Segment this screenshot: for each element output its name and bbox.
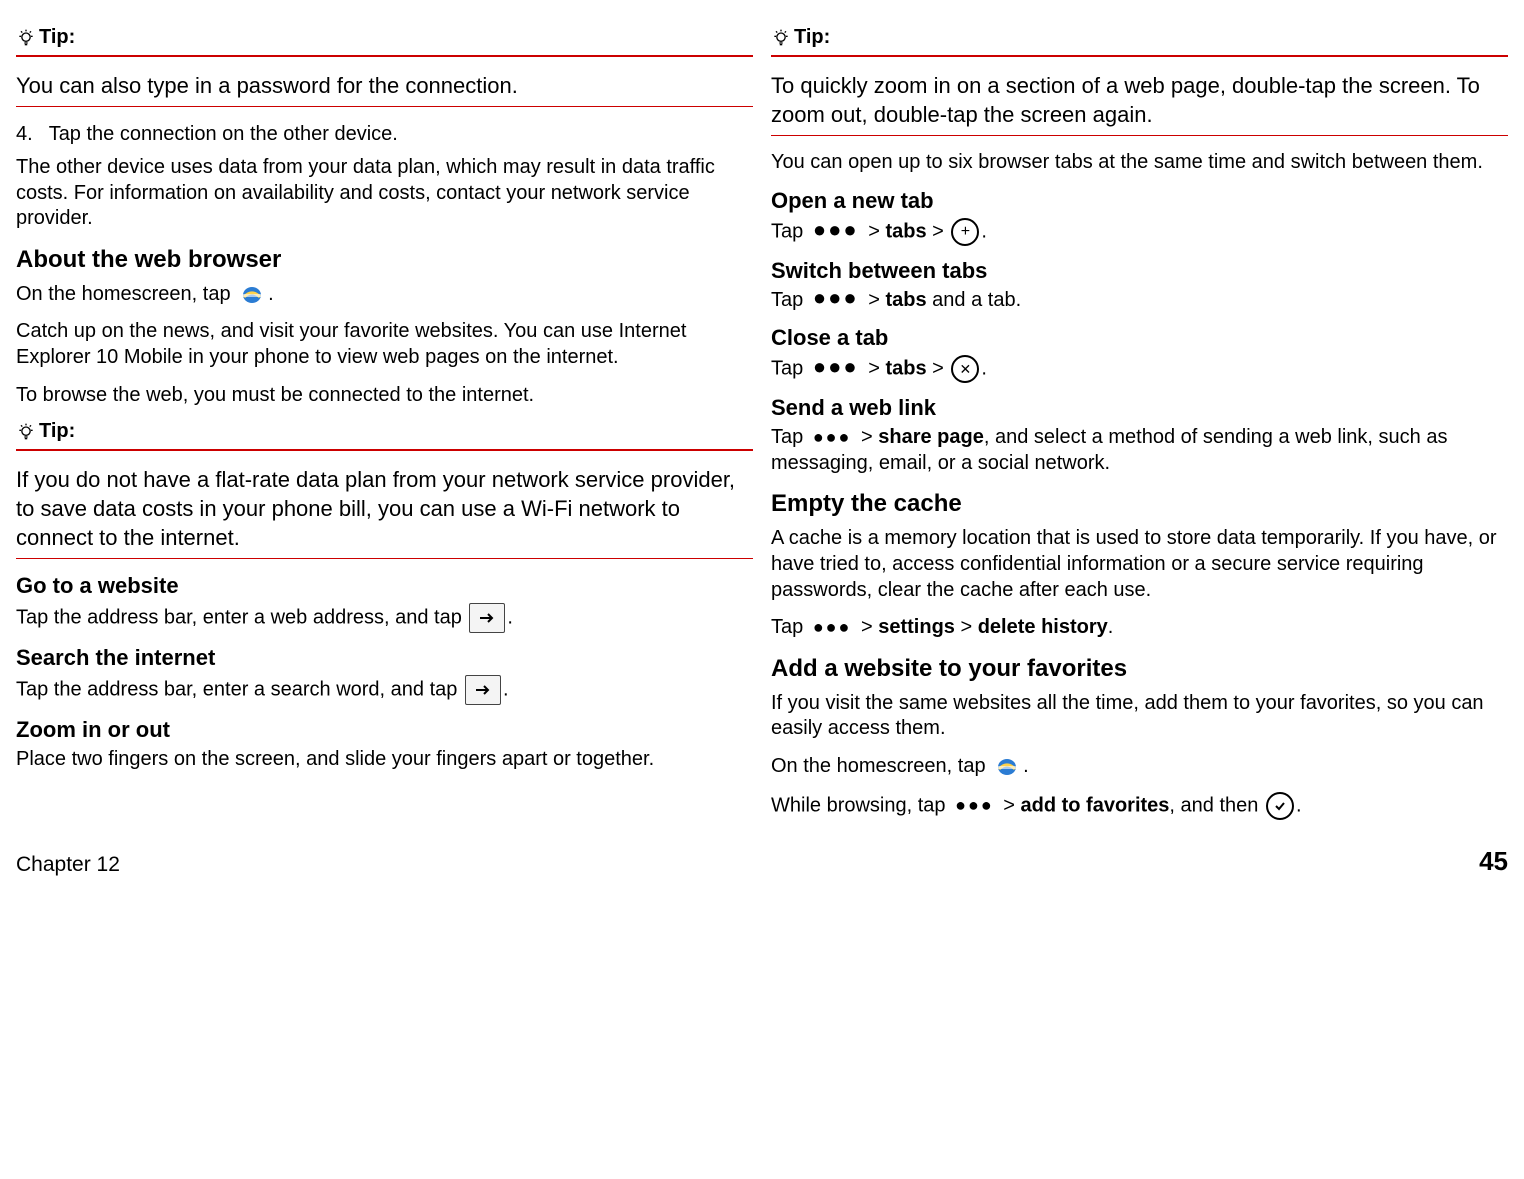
divider — [771, 135, 1508, 136]
menu-item-bold: tabs — [885, 220, 926, 242]
page-number: 45 — [1479, 846, 1508, 877]
plus-circle-icon: + — [951, 218, 979, 246]
step-number: 4. — [16, 121, 33, 147]
lightbulb-icon — [16, 28, 36, 48]
menu-item-bold: add to favorites — [1021, 794, 1170, 816]
tip-label: Tip: — [16, 26, 753, 49]
paragraph: If you visit the same websites all the t… — [771, 691, 1508, 742]
heading-add-favorites: Add a website to your favorites — [771, 655, 1508, 683]
internet-explorer-icon — [993, 755, 1021, 779]
right-column: Tip: To quickly zoom in on a section of … — [771, 24, 1508, 832]
paragraph: You can open up to six browser tabs at t… — [771, 150, 1508, 176]
chapter-label: Chapter 12 — [16, 853, 120, 877]
paragraph: To browse the web, you must be connected… — [16, 383, 753, 409]
menu-item-bold: settings — [878, 616, 955, 638]
go-arrow-icon — [469, 603, 505, 633]
menu-item-bold: share page — [878, 426, 984, 448]
paragraph: Catch up on the news, and visit your fav… — [16, 319, 753, 370]
paragraph: Tap ●●● > settings > delete history. — [771, 615, 1508, 641]
step-text: Tap the connection on the other device. — [49, 121, 398, 147]
heading-search-internet: Search the internet — [16, 645, 753, 671]
close-circle-icon: ✕ — [951, 355, 979, 383]
left-column: Tip: You can also type in a password for… — [16, 24, 753, 832]
paragraph: A cache is a memory location that is use… — [771, 526, 1508, 603]
heading-empty-cache: Empty the cache — [771, 490, 1508, 518]
paragraph: Tap ●●● > tabs > +. — [771, 218, 1508, 246]
tip-label: Tip: — [16, 420, 753, 443]
heading-switch-tabs: Switch between tabs — [771, 258, 1508, 284]
tip-body: To quickly zoom in on a section of a web… — [771, 71, 1508, 129]
go-arrow-icon — [465, 675, 501, 705]
divider — [16, 558, 753, 559]
tip-label: Tip: — [771, 26, 1508, 49]
heading-send-link: Send a web link — [771, 395, 1508, 421]
paragraph: Tap ●●● > tabs > ✕. — [771, 355, 1508, 383]
divider — [771, 55, 1508, 57]
divider — [16, 106, 753, 107]
heading-about-browser: About the web browser — [16, 246, 753, 274]
lightbulb-icon — [771, 28, 791, 48]
paragraph: While browsing, tap ●●● > add to favorit… — [771, 792, 1508, 820]
page-footer: Chapter 12 45 — [16, 846, 1508, 877]
step-4: 4. Tap the connection on the other devic… — [16, 121, 753, 147]
heading-zoom: Zoom in or out — [16, 717, 753, 743]
paragraph: On the homescreen, tap . — [771, 754, 1508, 780]
menu-item-bold: delete history — [978, 616, 1108, 638]
check-circle-icon — [1266, 792, 1294, 820]
paragraph: Tap the address bar, enter a web address… — [16, 603, 753, 633]
internet-explorer-icon — [238, 283, 266, 307]
paragraph: Place two fingers on the screen, and sli… — [16, 747, 753, 773]
paragraph: Tap ●●● > share page, and select a metho… — [771, 425, 1508, 476]
divider — [16, 55, 753, 57]
tip-text: Tip: — [39, 420, 75, 443]
heading-go-to-website: Go to a website — [16, 573, 753, 599]
paragraph: Tap ●●● > tabs and a tab. — [771, 288, 1508, 314]
paragraph: The other device uses data from your dat… — [16, 155, 753, 232]
tip-body: You can also type in a password for the … — [16, 71, 753, 100]
divider — [16, 449, 753, 451]
paragraph: Tap the address bar, enter a search word… — [16, 675, 753, 705]
heading-open-tab: Open a new tab — [771, 188, 1508, 214]
lightbulb-icon — [16, 422, 36, 442]
heading-close-tab: Close a tab — [771, 325, 1508, 351]
menu-item-bold: tabs — [885, 358, 926, 380]
tip-body: If you do not have a flat-rate data plan… — [16, 465, 753, 552]
paragraph: On the homescreen, tap . — [16, 282, 753, 308]
tip-text: Tip: — [794, 26, 830, 49]
menu-item-bold: tabs — [885, 289, 926, 311]
tip-text: Tip: — [39, 26, 75, 49]
